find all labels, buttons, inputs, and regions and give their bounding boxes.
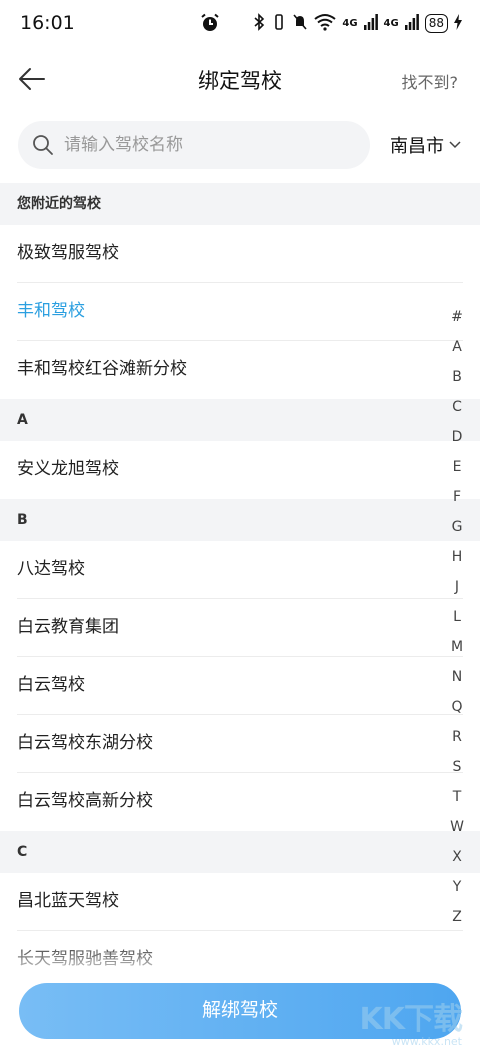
index-letter-n[interactable]: N	[452, 662, 462, 692]
section-header-b: B	[0, 499, 480, 541]
cellular-signal-2: 4G	[383, 18, 399, 29]
list-item[interactable]: 白云驾校	[17, 657, 463, 715]
vibrate-icon	[272, 13, 286, 34]
search-input[interactable]	[64, 135, 344, 155]
city-label: 南昌市	[390, 136, 444, 157]
school-list[interactable]: 您附近的驾校 极致驾服驾校 丰和驾校 丰和驾校红谷滩新分校 A 安义龙旭驾校 B…	[0, 183, 480, 989]
status-time: 16:01	[20, 12, 75, 34]
list-item[interactable]: 白云驾校东湖分校	[17, 715, 463, 773]
mute-icon	[292, 13, 308, 34]
list-item[interactable]: 白云驾校高新分校	[17, 773, 463, 831]
index-letter-l[interactable]: L	[453, 602, 461, 632]
index-letter-q[interactable]: Q	[451, 692, 462, 722]
charging-icon	[454, 14, 462, 33]
list-item[interactable]: 安义龙旭驾校	[17, 441, 463, 499]
list-item[interactable]: 极致驾服驾校	[17, 225, 463, 283]
header: 绑定驾校 找不到?	[0, 50, 480, 108]
index-letter-m[interactable]: M	[451, 632, 463, 662]
index-letter-h[interactable]: H	[452, 542, 463, 572]
search-box[interactable]	[18, 121, 370, 169]
index-letter-b[interactable]: B	[452, 362, 462, 392]
section-header-nearby: 您附近的驾校	[0, 183, 480, 225]
index-letter-x[interactable]: X	[452, 842, 462, 872]
index-letter-s[interactable]: S	[453, 752, 462, 782]
list-item[interactable]: 昌北蓝天驾校	[17, 873, 463, 931]
status-bar: 16:01 4G 4G 88	[0, 0, 480, 50]
index-letter-r[interactable]: R	[452, 722, 462, 752]
index-letter-d[interactable]: D	[452, 422, 463, 452]
bottom-fade	[0, 940, 480, 980]
not-found-link[interactable]: 找不到?	[402, 69, 459, 93]
status-icons: 4G 4G 88	[252, 13, 462, 34]
alarm-icon	[200, 13, 220, 37]
search-row: 南昌市	[0, 120, 480, 172]
index-letter-g[interactable]: G	[452, 512, 463, 542]
index-letter-hash[interactable]: #	[451, 302, 463, 332]
search-icon	[33, 135, 53, 155]
chevron-down-icon	[449, 141, 461, 149]
list-item[interactable]: 丰和驾校红谷滩新分校	[17, 341, 463, 399]
index-letter-y[interactable]: Y	[453, 872, 462, 902]
index-letter-j[interactable]: J	[455, 572, 459, 602]
back-button[interactable]	[14, 62, 50, 96]
cellular-signal-1: 4G	[342, 18, 358, 29]
watermark-logo: KK下载	[359, 1002, 463, 1037]
city-select[interactable]: 南昌市	[390, 132, 462, 158]
index-letter-t[interactable]: T	[453, 782, 462, 812]
signal-bars-icon	[404, 14, 419, 33]
index-letter-a[interactable]: A	[452, 332, 462, 362]
section-header-a: A	[0, 399, 480, 441]
section-header-c: C	[0, 831, 480, 873]
alphabet-index-bar[interactable]: # A B C D E F G H J L M N Q R S T W X Y …	[448, 302, 466, 932]
wifi-icon	[314, 13, 336, 34]
index-letter-z[interactable]: Z	[452, 902, 462, 932]
battery-level: 88	[424, 14, 448, 33]
list-item[interactable]: 八达驾校	[17, 541, 463, 599]
arrow-left-icon	[19, 68, 45, 90]
index-letter-w[interactable]: W	[450, 812, 464, 842]
signal-bars-icon	[363, 14, 378, 33]
index-letter-c[interactable]: C	[452, 392, 462, 422]
bluetooth-icon	[252, 13, 266, 34]
index-letter-e[interactable]: E	[453, 452, 462, 482]
index-letter-f[interactable]: F	[453, 482, 461, 512]
list-item-selected[interactable]: 丰和驾校	[17, 283, 463, 341]
list-item[interactable]: 白云教育集团	[17, 599, 463, 657]
watermark: KK下载 www.kkx.net	[359, 1002, 463, 1049]
